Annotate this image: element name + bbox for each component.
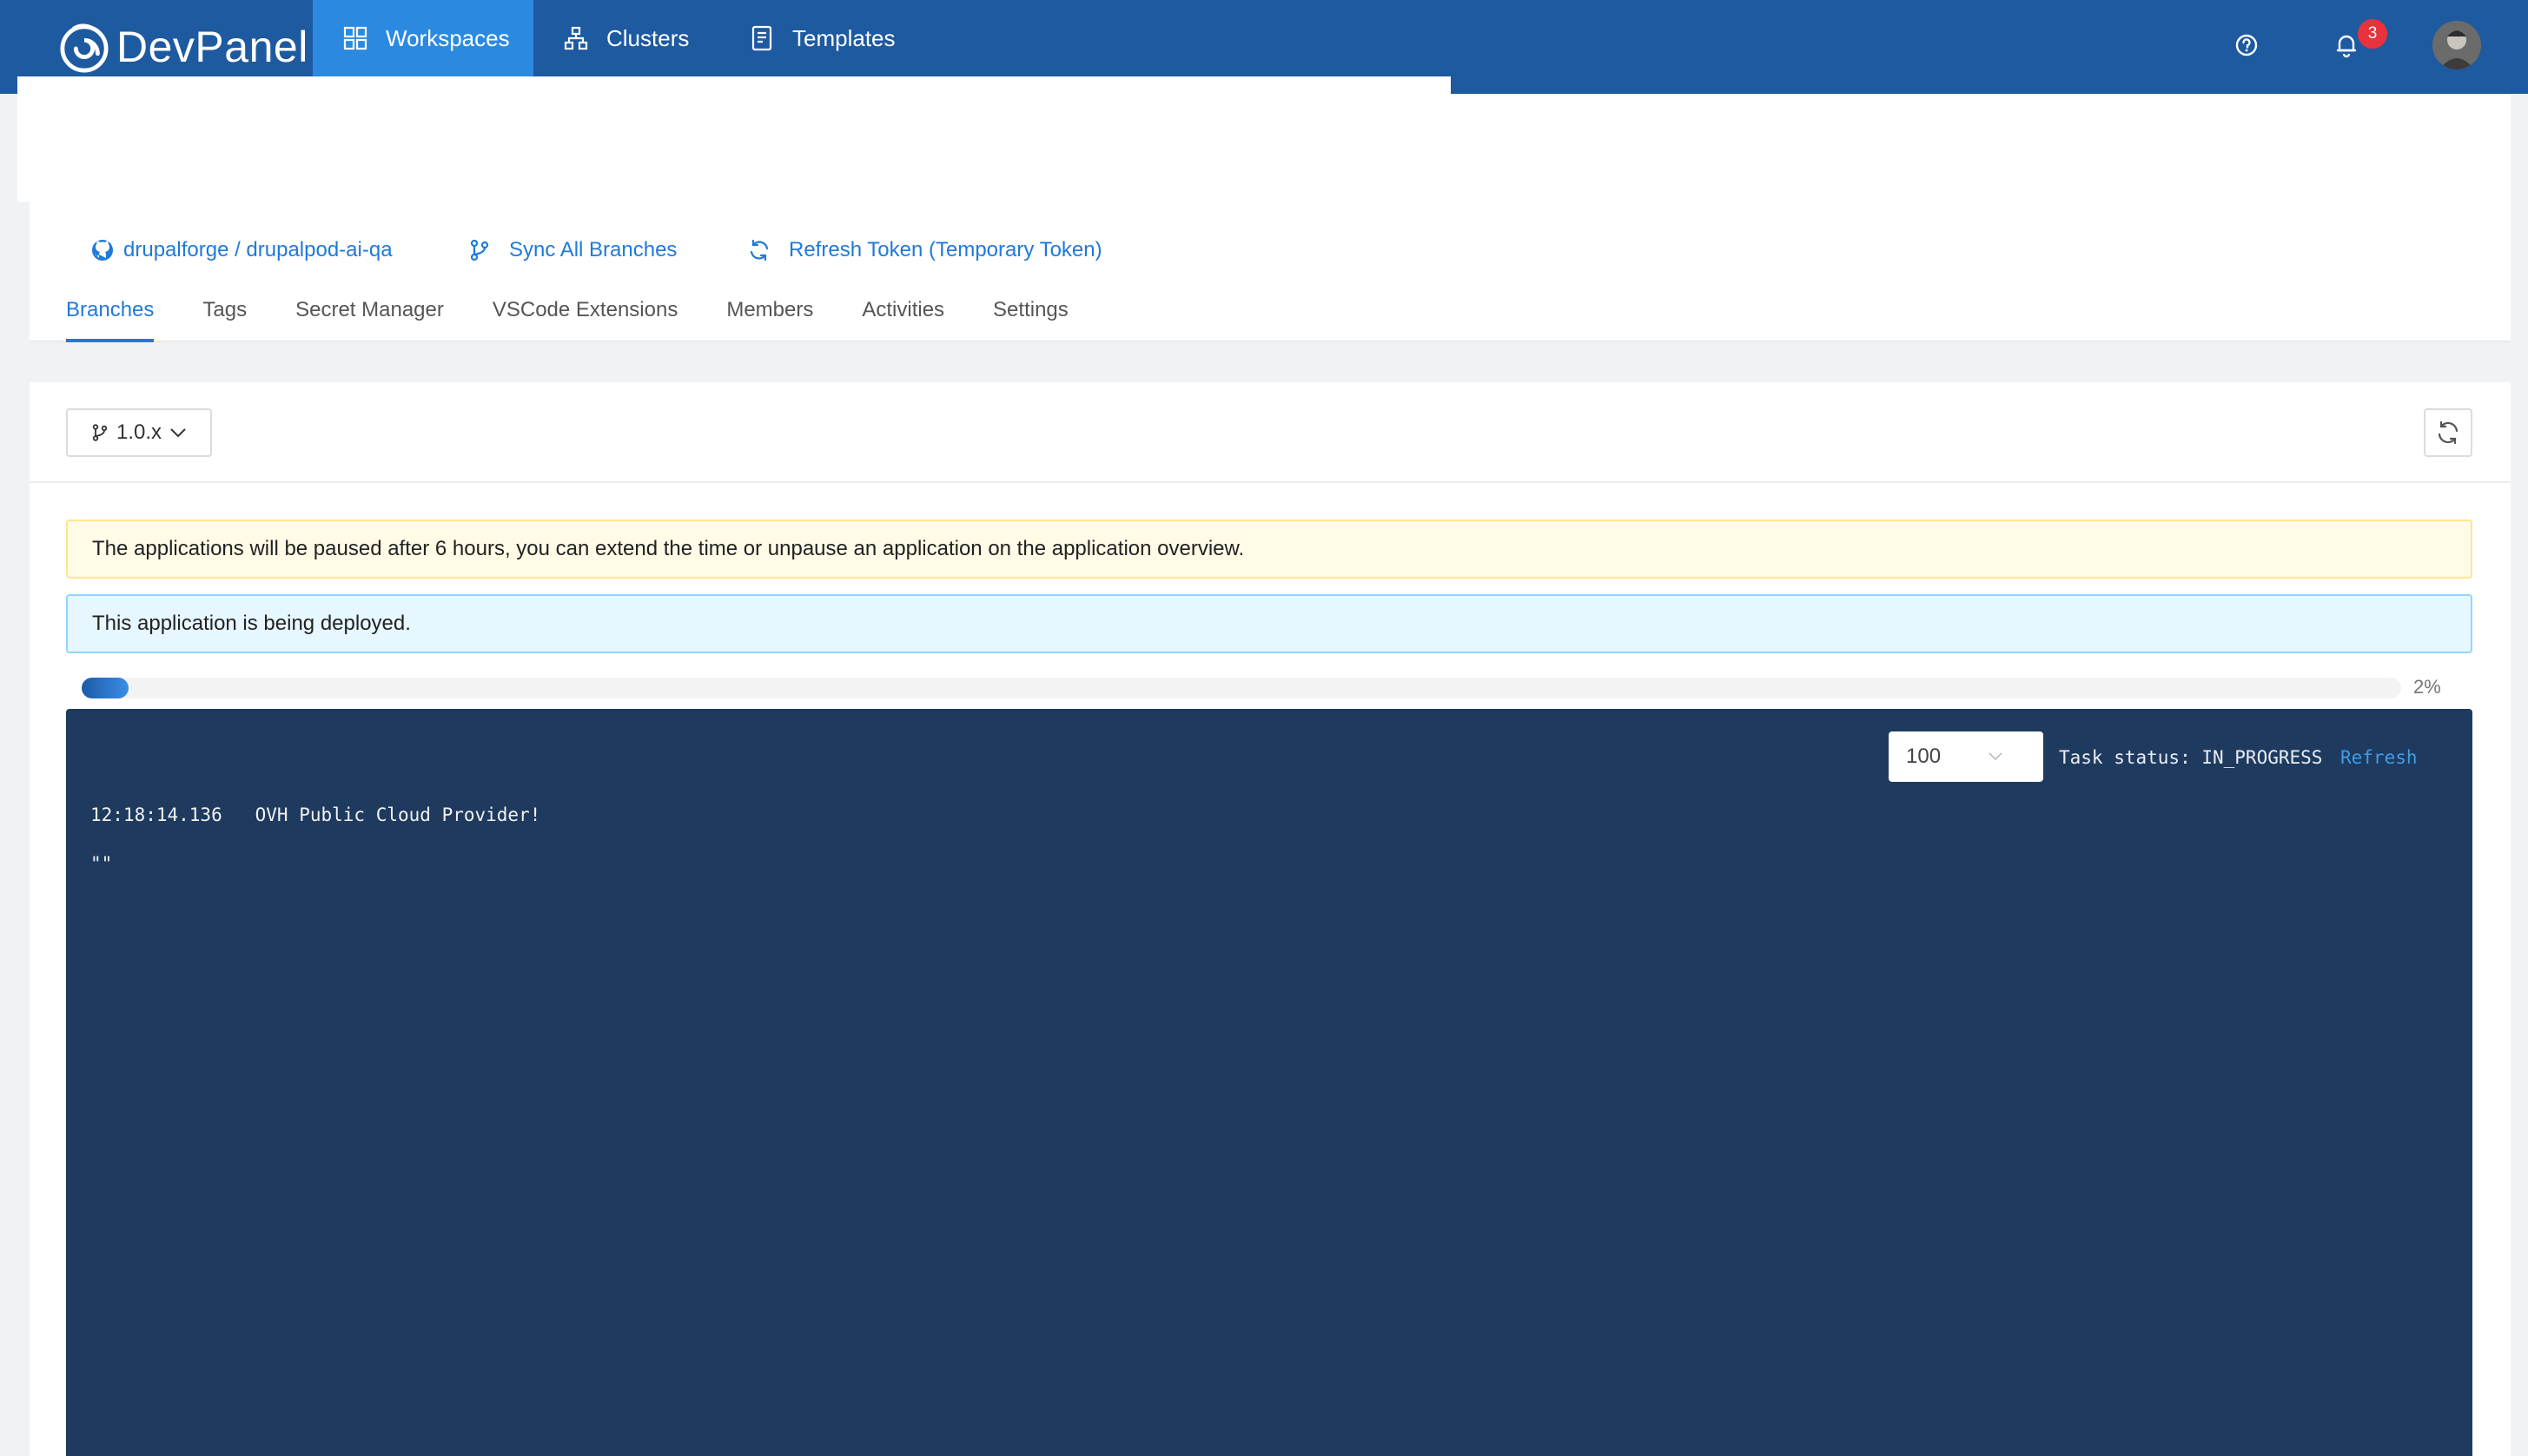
chevron-down-icon xyxy=(1989,752,2002,761)
nav-clusters[interactable]: Clusters xyxy=(563,0,689,76)
tab-vscode-extensions[interactable]: VSCode Extensions xyxy=(493,294,678,342)
deploy-progress-percent: 2% xyxy=(2413,676,2441,698)
header-strip xyxy=(17,76,1451,94)
panel-divider xyxy=(30,481,2511,483)
brand-name: DevPanel xyxy=(116,23,308,71)
sync-all-branches-link[interactable]: Sync All Branches xyxy=(467,235,677,266)
branch-selector[interactable]: 1.0.x xyxy=(66,408,212,457)
notification-badge: 3 xyxy=(2358,19,2387,49)
user-avatar[interactable] xyxy=(2432,21,2481,69)
repository-link[interactable]: drupalforge / drupalpod-ai-qa xyxy=(90,235,393,266)
chevron-down-icon xyxy=(170,428,186,438)
document-icon xyxy=(751,25,772,51)
deploy-progress-fill xyxy=(82,678,129,698)
repository-name: drupalforge / drupalpod-ai-qa xyxy=(123,238,393,261)
github-icon xyxy=(92,240,113,261)
deploying-info-alert: This application is being deployed. xyxy=(66,594,2472,653)
refresh-token-text: Refresh Token xyxy=(789,238,923,261)
sitemap-icon xyxy=(564,26,588,50)
tab-activities[interactable]: Activities xyxy=(862,294,944,342)
refresh-token-link[interactable]: Refresh Token (Temporary Token) xyxy=(747,235,1102,266)
nav-workspaces-label: Workspaces xyxy=(386,24,510,51)
refresh-token-label: Refresh Token (Temporary Token) xyxy=(789,238,1102,262)
log-line: 12:18:14.136 OVH Public Cloud Provider! xyxy=(90,804,541,825)
task-status: Task status: IN_PROGRESS xyxy=(2059,747,2323,768)
tab-branches[interactable]: Branches xyxy=(66,294,155,342)
devpanel-logo[interactable]: DevPanel xyxy=(59,19,308,75)
devpanel-logo-icon xyxy=(60,23,109,73)
tab-tags[interactable]: Tags xyxy=(202,294,247,342)
help-icon[interactable] xyxy=(2231,30,2262,61)
grid-icon xyxy=(343,26,367,50)
reload-button[interactable] xyxy=(2424,408,2472,457)
log-line: "" xyxy=(90,853,113,874)
nav-templates-label: Templates xyxy=(792,24,896,51)
sync-all-branches-label: Sync All Branches xyxy=(509,238,678,261)
branch-icon xyxy=(470,239,489,261)
tab-settings[interactable]: Settings xyxy=(993,294,1069,342)
temporary-token-note: (Temporary Token) xyxy=(928,238,1102,261)
tab-members[interactable]: Members xyxy=(726,294,813,342)
refresh-icon xyxy=(750,239,769,261)
selected-branch: 1.0.x xyxy=(116,420,162,444)
nav-templates[interactable]: Templates xyxy=(749,0,896,76)
avatar-image xyxy=(2432,21,2481,69)
project-tabs: Branches Tags Secret Manager VSCode Exte… xyxy=(66,294,1117,342)
tab-secret-manager[interactable]: Secret Manager xyxy=(295,294,444,342)
task-refresh-link[interactable]: Refresh xyxy=(2340,747,2418,768)
nav-clusters-label: Clusters xyxy=(606,24,690,51)
nav-workspaces[interactable]: Workspaces xyxy=(313,0,533,76)
page-header xyxy=(17,94,2511,202)
branch-icon xyxy=(92,424,108,441)
log-lines-value: 100 xyxy=(1906,745,1942,768)
deploy-progress-bar xyxy=(82,678,2401,698)
refresh-icon xyxy=(2438,420,2459,445)
log-lines-select[interactable]: 100 xyxy=(1889,731,2043,782)
pause-warning-alert: The applications will be paused after 6 … xyxy=(66,520,2472,579)
